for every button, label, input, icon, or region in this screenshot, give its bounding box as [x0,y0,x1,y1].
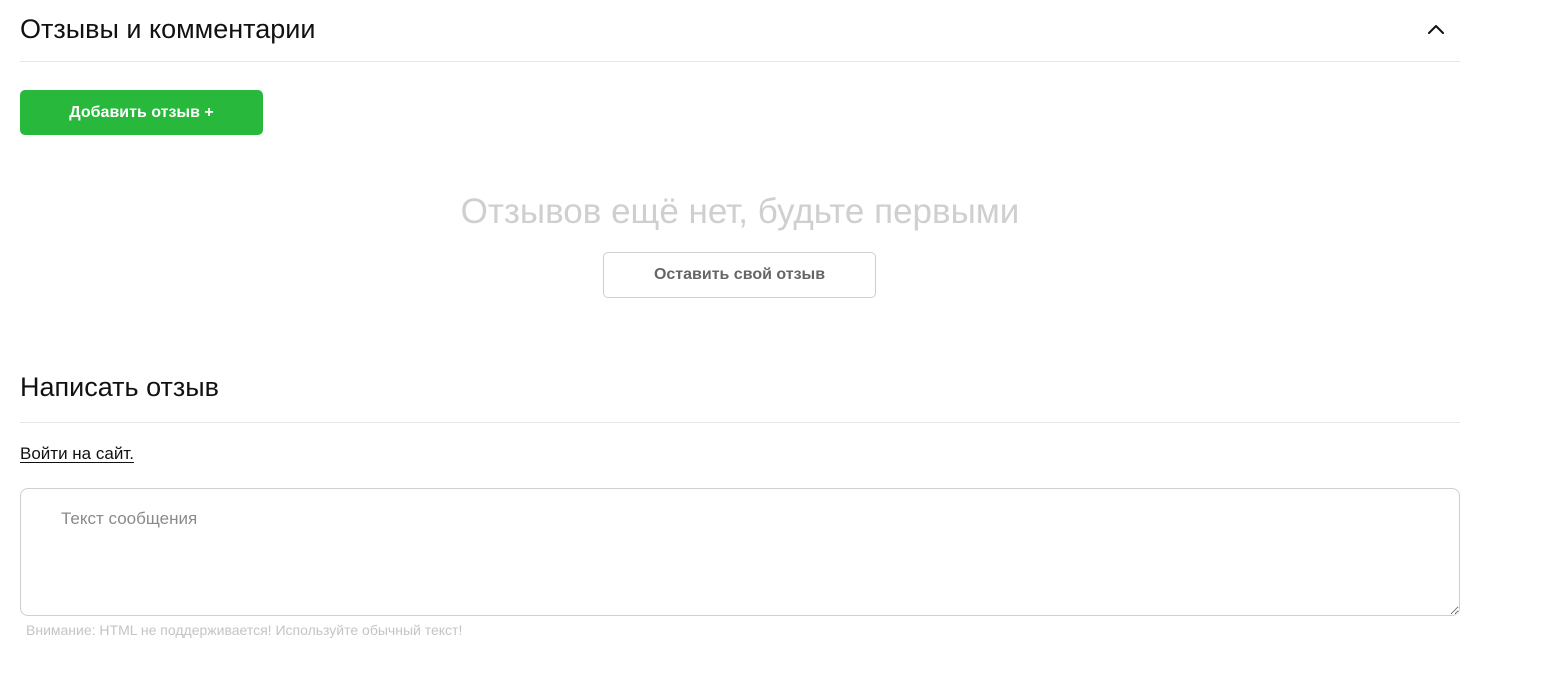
html-warning-note: Внимание: HTML не поддерживается! Исполь… [26,622,463,638]
empty-reviews-message: Отзывов ещё нет, будьте первыми [460,192,1020,231]
add-review-button[interactable]: Добавить отзыв + [20,90,263,135]
leave-review-button[interactable]: Оставить свой отзыв [603,252,876,298]
login-link[interactable]: Войти на сайт. [20,444,134,464]
chevron-up-icon[interactable] [1424,18,1448,42]
write-review-title: Написать отзыв [20,372,219,402]
reviews-title: Отзывы и комментарии [20,14,316,44]
message-textarea[interactable] [20,488,1460,616]
reviews-section: Отзывы и комментарии Добавить отзыв + От… [20,0,1460,638]
reviews-header: Отзывы и комментарии [20,0,1460,62]
write-review-header: Написать отзыв [20,352,1460,423]
